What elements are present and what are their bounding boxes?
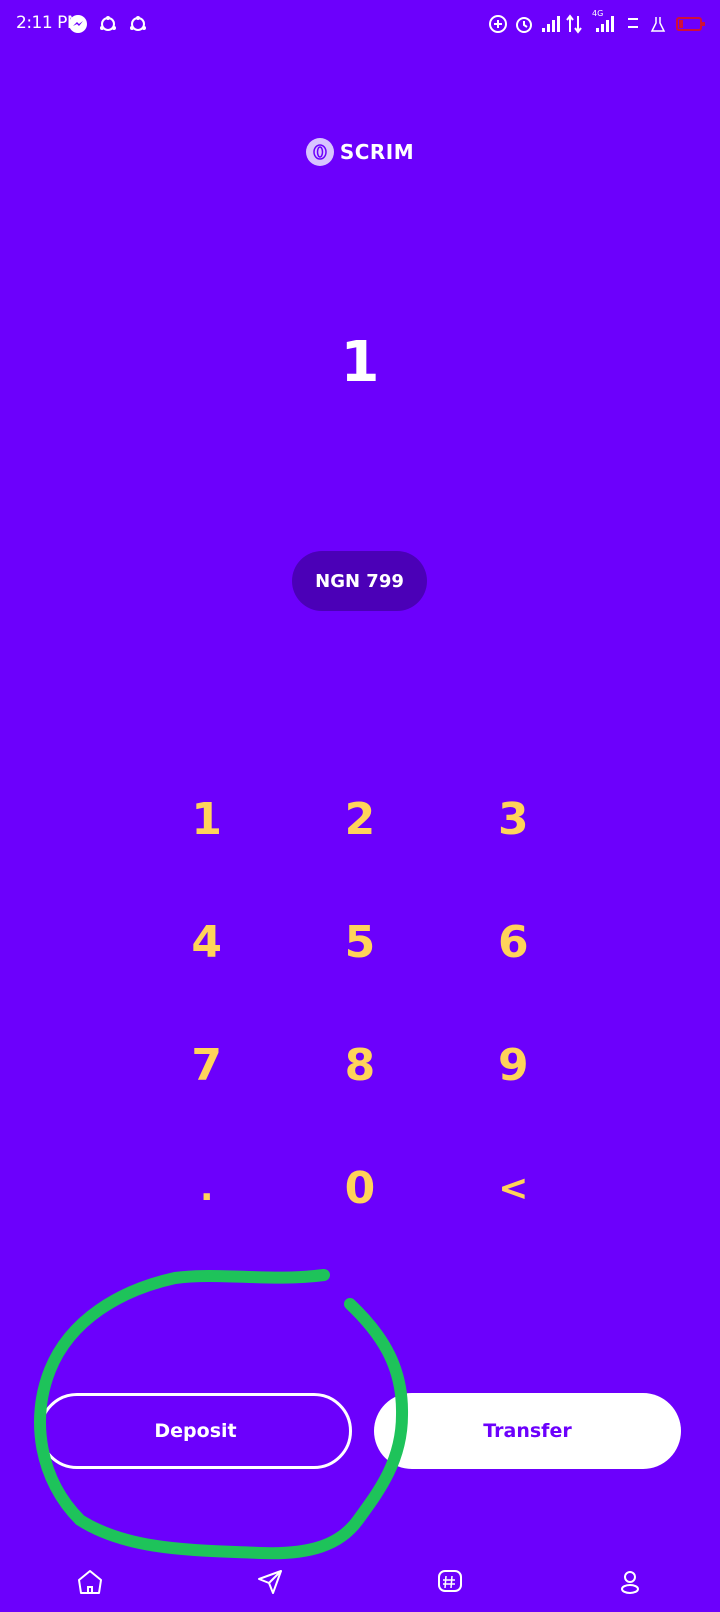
status-icons-right: 4G	[488, 9, 706, 34]
key-9[interactable]: 9	[437, 1004, 590, 1127]
alarm-icon	[514, 14, 534, 34]
key-0[interactable]: 0	[283, 1127, 436, 1250]
status-bar: 2:11 PM 4G	[0, 0, 720, 52]
brand-header: SCRIM	[0, 138, 720, 166]
lab-icon	[650, 14, 670, 34]
key-1[interactable]: 1	[130, 758, 283, 881]
signal-4g-icon: 4G	[592, 9, 618, 34]
transfer-button[interactable]: Transfer	[374, 1393, 681, 1469]
key-7[interactable]: 7	[130, 1004, 283, 1127]
key-2[interactable]: 2	[283, 758, 436, 881]
nav-hashtag-icon[interactable]	[430, 1562, 470, 1602]
nav-home-icon[interactable]	[70, 1562, 110, 1602]
nav-profile-icon[interactable]	[610, 1562, 650, 1602]
sync-icon	[98, 14, 118, 34]
balance-pill[interactable]: NGN 799	[292, 551, 427, 611]
sync-icon	[128, 14, 148, 34]
data-saver-icon	[488, 14, 508, 34]
key-4[interactable]: 4	[130, 881, 283, 1004]
bottom-nav	[0, 1550, 720, 1612]
messenger-icon	[68, 14, 88, 34]
signal-icon	[540, 14, 560, 34]
deposit-button[interactable]: Deposit	[39, 1393, 352, 1469]
key-6[interactable]: 6	[437, 881, 590, 1004]
amount-display: 1	[340, 330, 380, 395]
status-icons-left	[68, 14, 148, 34]
key-3[interactable]: 3	[437, 758, 590, 881]
network-label: 4G	[592, 9, 604, 18]
nav-send-icon[interactable]	[250, 1562, 290, 1602]
battery-icon	[676, 14, 706, 34]
key-5[interactable]: 5	[283, 881, 436, 1004]
key-8[interactable]: 8	[283, 1004, 436, 1127]
data-transfer-icon	[566, 14, 586, 34]
speed-icon	[624, 14, 644, 34]
scrim-logo-icon	[305, 138, 334, 166]
brand-name: SCRIM	[339, 140, 415, 164]
keypad: 1 2 3 4 5 6 7 8 9 . 0 <	[130, 758, 590, 1250]
key-decimal[interactable]: .	[130, 1127, 283, 1250]
key-backspace[interactable]: <	[437, 1127, 590, 1250]
